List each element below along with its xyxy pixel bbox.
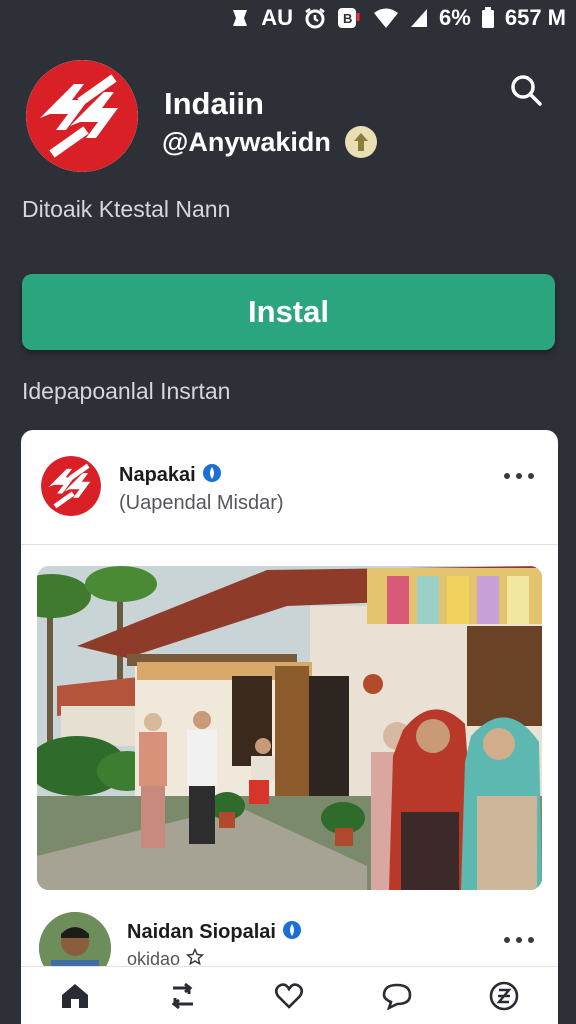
nfc-icon: B xyxy=(337,7,363,29)
nav-messages[interactable] xyxy=(372,971,422,1021)
more-options-icon[interactable] xyxy=(504,930,534,950)
post-image[interactable] xyxy=(37,566,542,890)
battery-percent: 6% xyxy=(439,5,471,30)
heart-icon xyxy=(275,982,304,1009)
post-subtitle: (Uapendal Misdar) xyxy=(119,492,284,514)
comment-author[interactable]: Naidan Siopalai xyxy=(127,921,276,944)
comment-author-row: Naidan Siopalai xyxy=(127,920,302,945)
carrier-label: AU xyxy=(261,5,294,30)
nav-wallet[interactable] xyxy=(479,971,529,1021)
privacy-icon xyxy=(229,7,251,29)
post-author-row: Napakai xyxy=(119,463,222,488)
verified-badge-icon xyxy=(344,126,377,158)
more-options-icon[interactable] xyxy=(504,466,534,486)
bottom-nav xyxy=(21,966,558,1024)
nav-home[interactable] xyxy=(50,971,100,1021)
profile-name: Indaiin xyxy=(164,86,264,121)
nav-like[interactable] xyxy=(264,971,314,1021)
verified-icon xyxy=(202,463,222,488)
search-button[interactable] xyxy=(506,70,546,110)
signal-icon xyxy=(409,7,429,29)
profile-logo xyxy=(26,60,138,172)
battery-icon xyxy=(481,7,495,29)
post-author[interactable]: Napakai xyxy=(119,464,196,487)
post-header: Napakai (Uapendal Misdar) xyxy=(21,430,558,544)
chat-icon xyxy=(382,983,412,1010)
currency-icon xyxy=(489,981,519,1010)
search-icon xyxy=(511,75,542,106)
svg-text:B: B xyxy=(343,11,352,26)
alarm-icon xyxy=(303,6,327,30)
wifi-icon xyxy=(373,7,399,29)
comment-row: Naidan Siopalai okidao xyxy=(21,908,558,984)
status-bar: AU B 6% 657 M xyxy=(0,0,576,36)
post-avatar[interactable] xyxy=(41,456,101,516)
clock: 657 M xyxy=(504,5,566,30)
post-card: Napakai (Uapendal Misdar) Naidan Siopala… xyxy=(21,430,558,1024)
repost-icon xyxy=(171,982,194,1009)
profile-subtitle: Ditoaik Ktestal Nann xyxy=(22,196,231,222)
divider xyxy=(21,544,558,545)
profile-handle[interactable]: @Anywakidn xyxy=(162,127,331,158)
section-label: Idepapoanlal Insrtan xyxy=(22,378,231,404)
install-button[interactable]: Instal xyxy=(22,274,555,350)
profile-handle-row: @Anywakidn xyxy=(162,126,377,158)
verified-icon xyxy=(282,920,302,945)
home-icon xyxy=(61,983,88,1008)
nav-repost[interactable] xyxy=(157,971,207,1021)
